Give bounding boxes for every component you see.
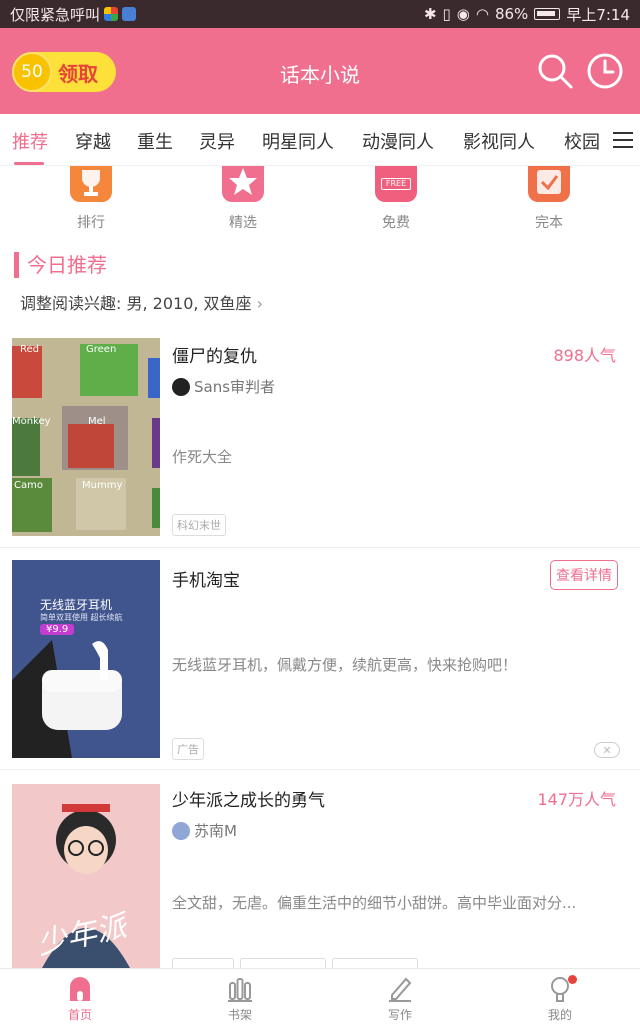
book-title: 僵尸的复仇 [172,347,257,367]
chevron-right-icon: › [256,294,264,313]
check-icon [528,166,570,202]
free-entry[interactable]: FREE 免费 [351,166,441,232]
ad-description: 无线蓝牙耳机，佩戴方便，续航更高，快来抢购吧！ [172,656,518,674]
write-icon [389,977,412,1002]
ad-cover-price: ¥9.9 [40,624,75,635]
free-icon: FREE [375,166,417,202]
cover-block-label: Green [86,344,117,355]
author-row[interactable]: 苏南M [172,820,237,841]
nav-profile[interactable]: 我的 [480,969,640,1024]
tab-time-travel[interactable]: 穿越 [75,128,111,154]
cover-illustration [12,338,160,536]
section-title: 今日推荐 [14,252,107,278]
nav-profile-label: 我的 [547,1008,572,1022]
book-cover: 少年派 [12,784,160,968]
ad-title: 手机淘宝 [172,571,240,591]
completed-entry[interactable]: 完本 [504,166,594,232]
cover-block-label: Mummy [82,480,123,491]
genre-tag: 科幻末世 [172,514,226,536]
active-tab-indicator [14,162,44,165]
app-notification-icon-2 [122,7,137,21]
tab-celebrity-fanfic[interactable]: 明星同人 [262,128,334,154]
popularity-count: 147万人气 [537,790,616,809]
nav-home[interactable]: 首页 [0,969,160,1024]
cover-block-label: Red [20,344,39,355]
home-icon [70,977,90,1001]
book-card[interactable]: 少年派 少年派之成长的勇气 147万人气 苏南M 全文甜，无虐。偏重生活中的细节… [0,770,640,970]
interest-text: 调整阅读兴趣: 男, 2010, 双鱼座 [20,294,252,313]
nav-bookshelf-label: 书架 [227,1008,252,1022]
adjust-interest-link[interactable]: 调整阅读兴趣: 男, 2010, 双鱼座 › [20,290,263,314]
popularity-count: 898人气 [553,346,616,365]
featured-entry[interactable]: 精选 [198,166,288,232]
trophy-icon [70,166,112,202]
cover-block-label: Monkey [12,416,51,427]
ad-cover-headline: 无线蓝牙耳机 [40,598,113,612]
nav-bookshelf[interactable]: 书架 [160,969,320,1024]
tab-anime-fanfic[interactable]: 动漫同人 [362,128,434,154]
earbuds-illustration [12,560,160,758]
author-name: 苏南M [194,822,237,840]
battery-icon [534,8,561,20]
avatar [172,821,190,840]
author-row[interactable]: Sans审判者 [172,376,275,397]
nav-write-label: 写作 [387,1008,412,1022]
completed-label: 完本 [535,215,563,231]
cover-block-label: Mel [88,416,106,427]
book-title: 少年派之成长的勇气 [172,791,325,811]
book-cover: Red Green Monkey Mel Camo Mummy [12,338,160,536]
battery-percent: 86% [494,5,529,23]
featured-label: 精选 [229,215,257,231]
ranking-label: 排行 [77,215,105,231]
carrier-text: 仅限紧急呼叫 [10,5,101,24]
search-icon[interactable] [536,52,574,90]
category-tab-bar: 推荐 穿越 重生 灵异 明星同人 动漫同人 影视同人 校园 [0,114,640,166]
star-icon [222,166,264,202]
ranking-entry[interactable]: 排行 [46,166,136,232]
tab-rebirth[interactable]: 重生 [137,128,173,154]
tab-tv-fanfic[interactable]: 影视同人 [463,128,535,154]
book-synopsis: 全文甜，无虐。偏重生活中的细节小甜饼。高中毕业面对分... [172,894,577,912]
quick-category-row: 排行 精选 FREE 免费 完本 [0,166,640,238]
author-name: Sans审判者 [194,378,276,396]
history-clock-icon[interactable] [586,52,624,90]
book-card[interactable]: Red Green Monkey Mel Camo Mummy 僵尸的复仇 89… [0,326,640,548]
wifi-icon: ◠ [475,5,489,23]
tab-supernatural[interactable]: 灵异 [199,128,235,154]
tab-campus[interactable]: 校园 [564,128,600,154]
ad-cover: 无线蓝牙耳机 简单双耳使用 超长续航 ¥9.9 [12,560,160,758]
clock-time: 早上7:14 [566,5,630,24]
menu-icon[interactable] [612,130,634,150]
app-header: 50 领取 话本小说 [0,28,640,114]
bookshelf-icon [228,978,252,1002]
app-notification-icon [104,7,119,21]
book-synopsis: 作死大全 [172,448,233,466]
ad-card[interactable]: 无线蓝牙耳机 简单双耳使用 超长续航 ¥9.9 手机淘宝 查看详情 无线蓝牙耳机… [0,548,640,770]
tab-recommend[interactable]: 推荐 [12,128,48,154]
vibrate-icon: ▯ [442,5,451,23]
eye-icon: ◉ [456,5,470,23]
bottom-navigation: 首页 书架 写作 我的 [0,968,640,1024]
status-bar: 仅限紧急呼叫 ✱ ▯ ◉ ◠ 86% 早上7:14 [0,0,640,28]
avatar [172,377,190,396]
view-details-button[interactable]: 查看详情 [550,560,618,590]
nav-write[interactable]: 写作 [320,969,480,1024]
free-label: 免费 [382,215,410,231]
free-badge: FREE [381,178,411,190]
ad-cover-subtitle: 简单双耳使用 超长续航 [40,613,123,622]
bluetooth-icon: ✱ [423,5,437,23]
notification-badge [568,975,577,984]
nav-home-label: 首页 [67,1008,92,1022]
close-ad-icon[interactable]: ✕ [594,742,620,758]
tab-scroll-area[interactable]: 推荐 穿越 重生 灵异 明星同人 动漫同人 影视同人 校园 [0,114,604,166]
ad-tag: 广告 [172,738,204,760]
cover-block-label: Camo [14,480,43,491]
